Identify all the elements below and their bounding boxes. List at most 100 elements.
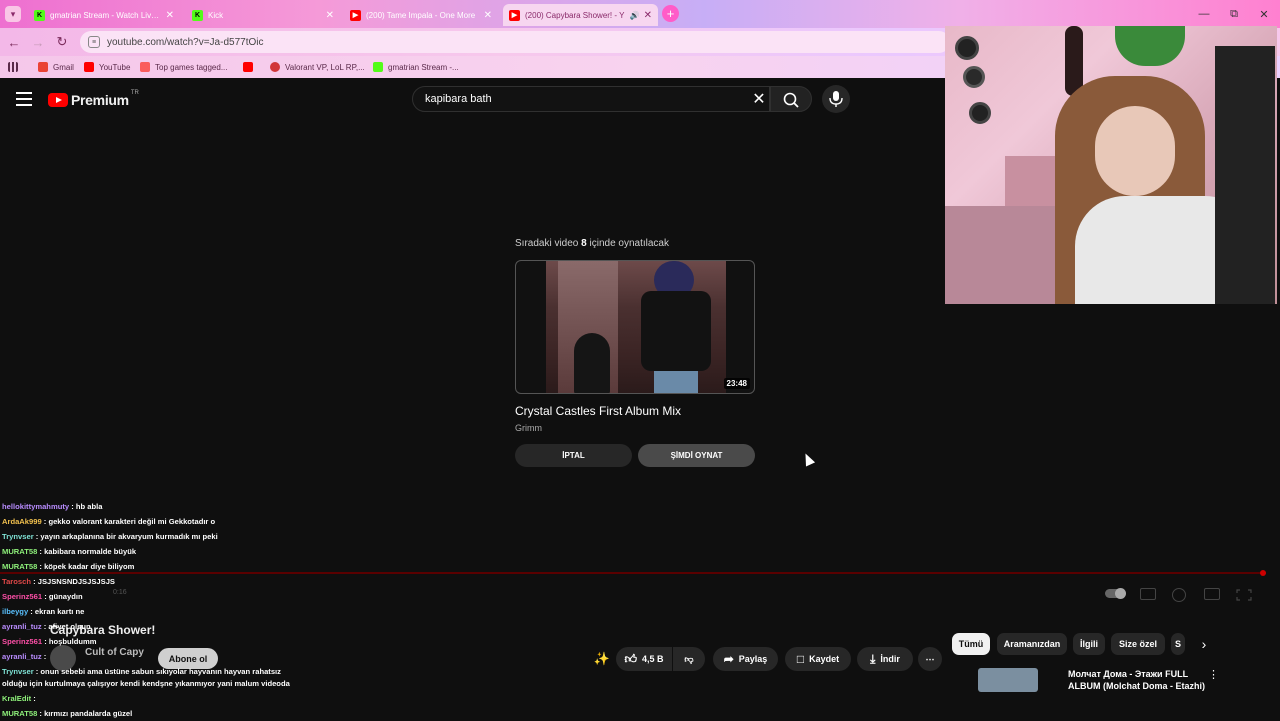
- close-tab-icon[interactable]: ✕: [166, 10, 174, 21]
- fullscreen-icon[interactable]: [1236, 588, 1252, 601]
- chat-message: Trynvser : onun sebebi ama üstüne sabun …: [2, 667, 290, 688]
- like-button[interactable]: 👍︎ 4,5 B: [616, 647, 672, 671]
- recommendation-title[interactable]: Молчат Дома - Этажи FULL ALBUM (Molchat …: [1068, 668, 1208, 692]
- apps-icon[interactable]: [8, 60, 23, 74]
- chat-text: yayın arkaplanına bir akvaryum kurmadık …: [40, 532, 218, 541]
- dislike-button[interactable]: 👎︎: [673, 647, 705, 671]
- youtube-premium-logo[interactable]: Premium TR: [48, 90, 139, 108]
- close-tab-icon[interactable]: ✕: [484, 10, 492, 21]
- chat-text: köpek kadar diye biliyom: [44, 562, 135, 571]
- up-next-thumbnail[interactable]: 23:48: [515, 260, 755, 394]
- captions-icon[interactable]: [1140, 588, 1156, 600]
- chat-username[interactable]: Trynvser: [2, 532, 34, 541]
- kick-icon: K: [34, 9, 45, 21]
- settings-gear-icon[interactable]: [1172, 588, 1186, 602]
- chat-username[interactable]: Sperinz561: [2, 637, 42, 646]
- more-actions-button[interactable]: ⋯: [918, 647, 942, 671]
- chat-username[interactable]: MURAT58: [2, 547, 37, 556]
- tab-search-icon[interactable]: ▾: [5, 6, 21, 22]
- chat-username[interactable]: Tarosch: [2, 577, 31, 586]
- chat-message: ayranli_tuz : afiyet olsun: [2, 622, 91, 631]
- bookmark-valorant[interactable]: Valorant VP, LoL RP,...: [270, 60, 365, 74]
- valorant-shop-icon: [270, 62, 280, 72]
- browser-tab[interactable]: K gmatrian Stream - Watch Live o ✕: [28, 4, 180, 26]
- up-next-channel[interactable]: Grimm: [515, 423, 542, 433]
- chat-username[interactable]: hellokittymahmuty: [2, 502, 69, 511]
- chat-username[interactable]: ayranli_tuz: [2, 652, 42, 661]
- close-window-button[interactable]: ✕: [1250, 4, 1278, 24]
- browser-tab[interactable]: K Kick ✕: [186, 4, 340, 26]
- download-icon: ⤓: [870, 651, 876, 666]
- address-bar[interactable]: ≡ youtube.com/watch?v=Ja-d577tOic: [80, 31, 950, 53]
- chip-all[interactable]: Tümü: [952, 633, 990, 655]
- thanks-button[interactable]: ✨: [592, 647, 612, 671]
- progress-scrubber[interactable]: [1260, 570, 1266, 576]
- chat-text: kırmızı pandalarda güzel: [44, 709, 133, 718]
- chat-username[interactable]: Sperinz561: [2, 592, 42, 601]
- chat-text: onun sebebi ama üstüne sabun sıkıyolar h…: [2, 667, 290, 688]
- microphone-icon: [829, 91, 843, 107]
- bookmark-youtube-2[interactable]: [243, 60, 258, 74]
- search-input[interactable]: kapibara bath: [412, 86, 770, 112]
- close-tab-icon[interactable]: ✕: [326, 10, 334, 21]
- autoplay-toggle[interactable]: [1105, 588, 1126, 599]
- chat-text: kabibara normalde büyük: [44, 547, 137, 556]
- browser-tab-active[interactable]: ▶ (200) Capybara Shower! - Y 🔊 ✕: [503, 4, 658, 26]
- chat-username[interactable]: ayranli_tuz: [2, 622, 42, 631]
- search-button[interactable]: [770, 86, 812, 112]
- chip-from-search[interactable]: Aramanızdan: [997, 633, 1067, 655]
- up-next-title[interactable]: Crystal Castles First Album Mix: [515, 404, 681, 418]
- chat-text: hoşbuldumm: [48, 637, 97, 646]
- more-horizontal-icon: ⋯: [925, 653, 935, 664]
- more-vertical-icon[interactable]: ⋮: [1208, 668, 1219, 684]
- share-button[interactable]: ➦ Paylaş: [713, 647, 778, 671]
- hamburger-menu-icon[interactable]: [16, 92, 32, 106]
- speaker-icon[interactable]: 🔊: [630, 11, 640, 20]
- chat-username[interactable]: ilbeygy: [2, 607, 28, 616]
- reload-icon[interactable]: ↻: [53, 33, 71, 51]
- video-duration: 23:48: [723, 378, 750, 389]
- chat-text: gekko valorant karakteri değil mi Gekkot…: [48, 517, 216, 526]
- restore-button[interactable]: ⧉: [1220, 4, 1248, 24]
- forward-icon[interactable]: →: [29, 33, 47, 51]
- chat-message: Sperinz561 : hoşbuldumm: [2, 637, 97, 646]
- chat-username[interactable]: Trynvser: [2, 667, 34, 676]
- bookmark-kick[interactable]: gmatrian Stream -...: [373, 60, 459, 74]
- chat-username[interactable]: ArdaAk999: [2, 517, 42, 526]
- play-now-button[interactable]: ŞİMDİ OYNAT: [638, 444, 755, 467]
- bookmark-itch[interactable]: Top games tagged...: [140, 60, 228, 74]
- up-next-countdown: Sıradaki video 8 içinde oynatılacak: [515, 238, 669, 249]
- chat-username[interactable]: MURAT58: [2, 562, 37, 571]
- mouse-cursor: [800, 451, 816, 467]
- site-info-icon[interactable]: ≡: [88, 36, 100, 48]
- download-button[interactable]: ⤓ İndir: [857, 647, 913, 671]
- chip-related[interactable]: İlgili: [1073, 633, 1105, 655]
- save-button[interactable]: □ Kaydet: [785, 647, 851, 671]
- chevron-right-icon[interactable]: ›: [1196, 634, 1212, 654]
- browser-tab[interactable]: ▶ (200) Tame Impala - One More ✕: [344, 4, 498, 26]
- new-tab-button[interactable]: +: [662, 5, 679, 22]
- bookmark-gmail[interactable]: Gmail: [38, 60, 74, 74]
- voice-search-button[interactable]: [822, 85, 850, 113]
- youtube-play-icon: [48, 93, 68, 107]
- theater-mode-icon[interactable]: [1204, 588, 1220, 600]
- chat-message: MURAT58 : köpek kadar diye biliyom: [2, 562, 135, 571]
- close-tab-icon[interactable]: ✕: [644, 10, 652, 21]
- bookmark-youtube[interactable]: YouTube: [84, 60, 130, 74]
- chat-message: ayranli_tuz :: [2, 652, 47, 661]
- chat-message: MURAT58 : kabibara normalde büyük: [2, 547, 137, 556]
- search-icon: [783, 92, 799, 108]
- cancel-button[interactable]: İPTAL: [515, 444, 632, 467]
- streamer-webcam: [945, 26, 1277, 304]
- chip-for-you[interactable]: Size özel: [1111, 633, 1165, 655]
- chat-username[interactable]: MURAT58: [2, 709, 37, 718]
- minimize-button[interactable]: —: [1190, 4, 1218, 24]
- chat-text: ekran kartı ne: [34, 607, 85, 616]
- chat-username[interactable]: KralEdit: [2, 694, 31, 703]
- itch-icon: [140, 62, 150, 72]
- clear-search-icon[interactable]: ✕: [750, 88, 768, 110]
- chip-cutoff[interactable]: S: [1171, 633, 1185, 655]
- recommendation-thumbnail[interactable]: [978, 668, 1038, 692]
- share-icon: ➦: [723, 652, 734, 666]
- back-icon[interactable]: ←: [5, 33, 23, 51]
